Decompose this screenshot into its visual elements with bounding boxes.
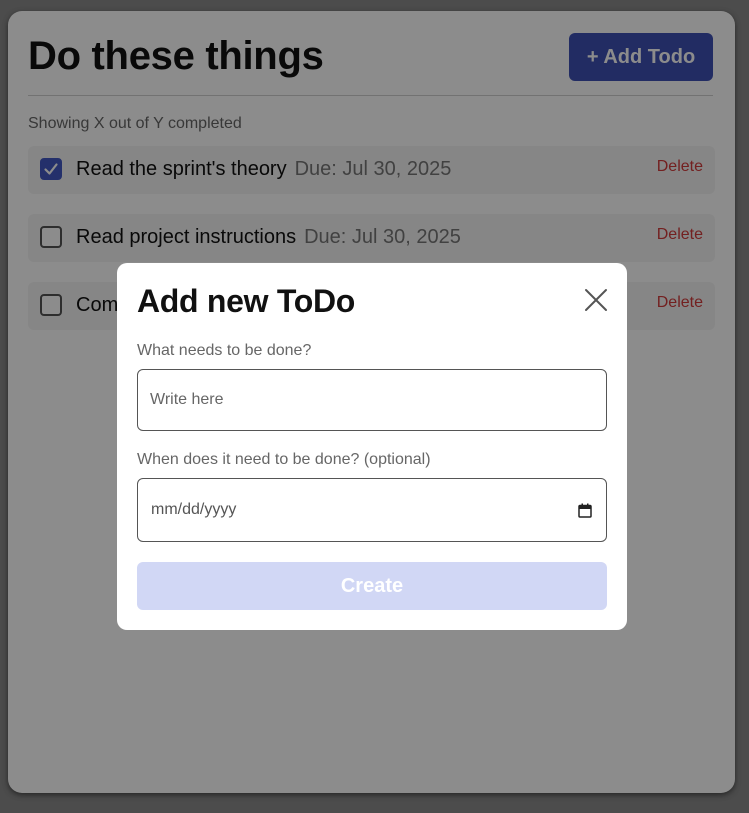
due-date-label: When does it need to be done? (optional) <box>137 451 431 468</box>
todo-name-input[interactable] <box>137 369 607 431</box>
close-modal-button[interactable] <box>583 287 609 313</box>
add-todo-modal: Add new ToDo What needs to be done? When… <box>117 263 627 630</box>
create-button[interactable]: Create <box>137 562 607 610</box>
due-date-input[interactable]: mm/dd/yyyy <box>137 478 607 542</box>
todo-name-label: What needs to be done? <box>137 342 312 359</box>
calendar-icon[interactable] <box>578 503 592 518</box>
close-icon <box>585 289 607 311</box>
date-placeholder: mm/dd/yyyy <box>151 501 237 518</box>
modal-title: Add new ToDo <box>137 283 355 319</box>
